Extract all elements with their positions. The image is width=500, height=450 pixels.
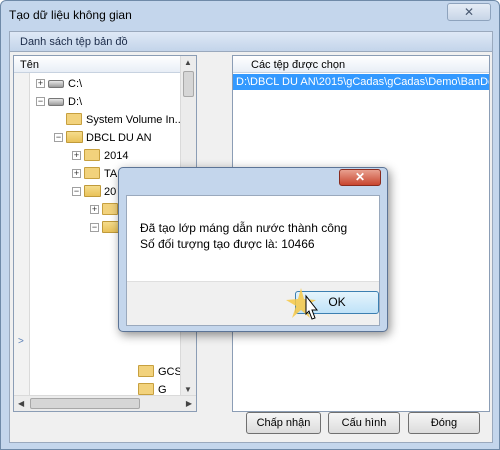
horizontal-scroll-thumb[interactable] xyxy=(30,398,140,409)
collapse-icon[interactable]: − xyxy=(90,223,99,232)
selected-files-column-header[interactable]: Các tệp được chọn xyxy=(233,56,489,73)
tree-row-label: 2014 xyxy=(104,150,129,162)
tree-gutter: > xyxy=(14,73,30,396)
folder-icon xyxy=(66,113,82,125)
expand-icon[interactable]: + xyxy=(36,79,45,88)
dialog-body: Đã tạo lớp máng dẫn nước thành công Số đ… xyxy=(126,195,380,326)
window-title: Tạo dữ liệu không gian xyxy=(9,8,132,22)
expand-icon[interactable]: + xyxy=(90,205,99,214)
config-button[interactable]: Cấu hình xyxy=(328,412,400,434)
title-bar[interactable]: Tạo dữ liệu không gian ✕ xyxy=(1,1,499,31)
selected-files-header-label: Các tệp được chọn xyxy=(251,59,346,71)
tree-row-label: GCS xyxy=(158,366,181,378)
folder-icon xyxy=(84,149,100,161)
tree-column-header-label: Tên xyxy=(20,59,39,71)
tree-row-label: TA xyxy=(104,168,118,180)
folder-open-icon xyxy=(66,131,83,143)
tree-column-header[interactable]: Tên xyxy=(14,56,180,73)
folder-icon xyxy=(102,203,118,215)
row-pointer-icon: > xyxy=(18,336,24,347)
folder-open-icon xyxy=(102,221,119,233)
mouse-cursor-icon xyxy=(305,294,319,320)
dialog-close-button[interactable]: ✕ xyxy=(339,169,381,186)
tree-row-label: System Volume In... xyxy=(86,114,181,126)
dialog-message-line1: Đã tạo lớp máng dẫn nước thành công xyxy=(140,221,348,235)
scroll-down-icon[interactable]: ▼ xyxy=(184,385,192,394)
folder-open-icon xyxy=(84,185,101,197)
selected-file-row[interactable]: D:\DBCL DU AN\2015\gCadas\gCadas\Demo\Ba… xyxy=(233,74,489,90)
tree-row-label: DBCL DU AN xyxy=(86,132,152,144)
folder-icon xyxy=(84,167,100,179)
collapse-icon[interactable]: − xyxy=(36,97,45,106)
close-button[interactable]: Đóng xyxy=(408,412,480,434)
group-title: Danh sách tệp bản đồ xyxy=(20,36,128,48)
expand-icon[interactable]: + xyxy=(72,151,81,160)
group-header: Danh sách tệp bản đồ xyxy=(10,32,492,52)
tree-row-label: D:\ xyxy=(68,96,83,108)
scroll-up-icon[interactable]: ▲ xyxy=(184,58,192,67)
tree-horizontal-scrollbar[interactable]: ◀ ▶ xyxy=(14,395,196,411)
scroll-right-icon[interactable]: ▶ xyxy=(186,399,192,408)
scroll-left-icon[interactable]: ◀ xyxy=(18,399,24,408)
tree-row-label: 20 xyxy=(104,186,117,198)
drive-icon xyxy=(48,80,64,88)
window-close-button[interactable]: ✕ xyxy=(447,3,491,21)
folder-icon xyxy=(138,383,154,395)
collapse-icon[interactable]: − xyxy=(54,133,63,142)
expand-icon[interactable]: + xyxy=(72,169,81,178)
message-dialog: ✕ Đã tạo lớp máng dẫn nước thành công Số… xyxy=(118,167,388,332)
dialog-footer: OK xyxy=(127,281,379,325)
accept-button[interactable]: Chấp nhận xyxy=(246,412,321,434)
dialog-message-line2: Số đối tượng tạo được là: 10466 xyxy=(140,237,315,251)
vertical-scroll-thumb[interactable] xyxy=(183,71,194,97)
tree-row-label: C:\ xyxy=(68,78,83,90)
folder-icon xyxy=(138,365,154,377)
collapse-icon[interactable]: − xyxy=(72,187,81,196)
drive-icon xyxy=(48,98,64,106)
